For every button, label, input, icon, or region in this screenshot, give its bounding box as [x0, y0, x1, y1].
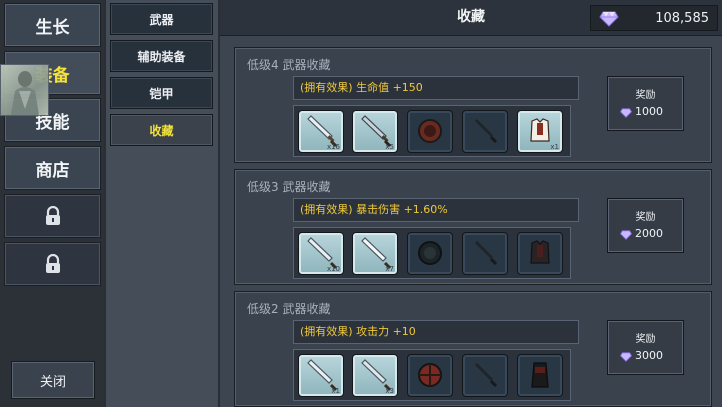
reward-button[interactable]: 奖励 2000 [607, 198, 684, 253]
reward-label: 奖励 [635, 90, 656, 101]
item-slot[interactable]: x1 [517, 110, 563, 153]
diamond-icon [620, 352, 632, 362]
character-portrait-icon [11, 71, 39, 115]
nav-growth-button[interactable]: 生长 [4, 3, 101, 47]
dagger-icon [475, 363, 498, 388]
diamond-icon [620, 230, 632, 240]
item-count: x16 [326, 143, 340, 151]
lock-icon [45, 206, 60, 225]
reward-button[interactable]: 奖励 1000 [607, 76, 684, 131]
lock-icon [45, 254, 60, 273]
category-armor-tab[interactable]: 铠甲 [110, 77, 213, 109]
nav-locked-button-2[interactable] [4, 242, 101, 286]
collection-title: 低级4 武器收藏 [247, 58, 331, 72]
nav-shop-button[interactable]: 商店 [4, 146, 101, 190]
close-label: 关闭 [39, 374, 66, 390]
item-slot[interactable] [462, 110, 508, 153]
diamond-icon [599, 11, 619, 27]
item-count: x10 [326, 265, 340, 273]
main-nav: 生长 装备 技能 商店 关闭 [0, 0, 104, 407]
collection-slots: x16 x5 x1 [293, 105, 571, 157]
item-slot[interactable]: x3 [352, 354, 398, 397]
category-accessories-label: 辅助装备 [137, 49, 186, 64]
dagger-icon [475, 119, 498, 144]
reward-amount: 2000 [635, 227, 663, 240]
item-count: x1 [331, 387, 340, 395]
nav-shop-label: 商店 [35, 160, 70, 181]
item-count: x3 [385, 387, 394, 395]
shield-icon [418, 119, 442, 143]
collection-title: 低级2 武器收藏 [247, 302, 331, 316]
item-slot[interactable] [517, 354, 563, 397]
reward-amount: 3000 [635, 349, 663, 362]
reward-label: 奖励 [635, 334, 656, 345]
category-armor-label: 铠甲 [149, 86, 174, 101]
category-weapons-tab[interactable]: 武器 [110, 3, 213, 35]
armor-icon [530, 240, 550, 264]
collection-effect: (拥有效果) 暴击伤害 +1.60% [293, 198, 579, 222]
character-avatar[interactable] [0, 64, 49, 116]
item-slot[interactable]: x5 [352, 110, 398, 153]
item-slot[interactable] [407, 354, 453, 397]
diamond-icon [620, 108, 632, 118]
item-count: x5 [385, 143, 394, 151]
collection-card: 低级2 武器收藏 (拥有效果) 攻击力 +10 x1 x3 奖励 3000 [234, 291, 712, 407]
reward-amount: 1000 [635, 105, 663, 118]
gem-balance: 108,585 [590, 5, 718, 31]
item-slot[interactable]: x1 [298, 354, 344, 397]
item-slot[interactable]: x10 [298, 232, 344, 275]
header-bar: 收藏 108,585 [220, 0, 722, 36]
close-button[interactable]: 关闭 [11, 361, 95, 399]
shield-icon [418, 363, 442, 387]
collection-slots: x1 x3 [293, 349, 571, 401]
category-accessories-tab[interactable]: 辅助装备 [110, 40, 213, 72]
category-collection-tab[interactable]: 收藏 [110, 114, 213, 146]
nav-locked-button-1[interactable] [4, 194, 101, 238]
category-collection-label: 收藏 [149, 123, 174, 138]
item-count: x1 [550, 143, 559, 151]
item-count: x7 [385, 265, 394, 273]
reward-label: 奖励 [635, 212, 656, 223]
collection-effect: (拥有效果) 攻击力 +10 [293, 320, 579, 344]
item-slot[interactable]: x16 [298, 110, 344, 153]
collection-card: 低级4 武器收藏 (拥有效果) 生命值 +150 x16 x5 x1 奖励 10… [234, 47, 712, 163]
shield-icon [418, 241, 442, 265]
category-weapons-label: 武器 [149, 12, 174, 27]
item-slot[interactable] [407, 232, 453, 275]
nav-growth-label: 生长 [35, 17, 70, 38]
gem-balance-value: 108,585 [655, 10, 709, 26]
collection-card: 低级3 武器收藏 (拥有效果) 暴击伤害 +1.60% x10 x7 奖励 20… [234, 169, 712, 285]
dagger-icon [475, 241, 498, 266]
item-slot[interactable] [517, 232, 563, 275]
collection-title: 低级3 武器收藏 [247, 180, 331, 194]
item-slot[interactable]: x7 [352, 232, 398, 275]
collection-panel: 收藏 108,585 低级4 武器收藏 (拥有效果) 生命值 +150 x16 [220, 0, 722, 407]
reward-button[interactable]: 奖励 3000 [607, 320, 684, 375]
item-slot[interactable] [462, 232, 508, 275]
category-list: 武器 辅助装备 铠甲 收藏 [106, 0, 218, 407]
armor-icon [531, 362, 549, 388]
item-slot[interactable] [462, 354, 508, 397]
item-slot[interactable] [407, 110, 453, 153]
collection-slots: x10 x7 [293, 227, 571, 279]
collection-effect: (拥有效果) 生命值 +150 [293, 76, 579, 100]
